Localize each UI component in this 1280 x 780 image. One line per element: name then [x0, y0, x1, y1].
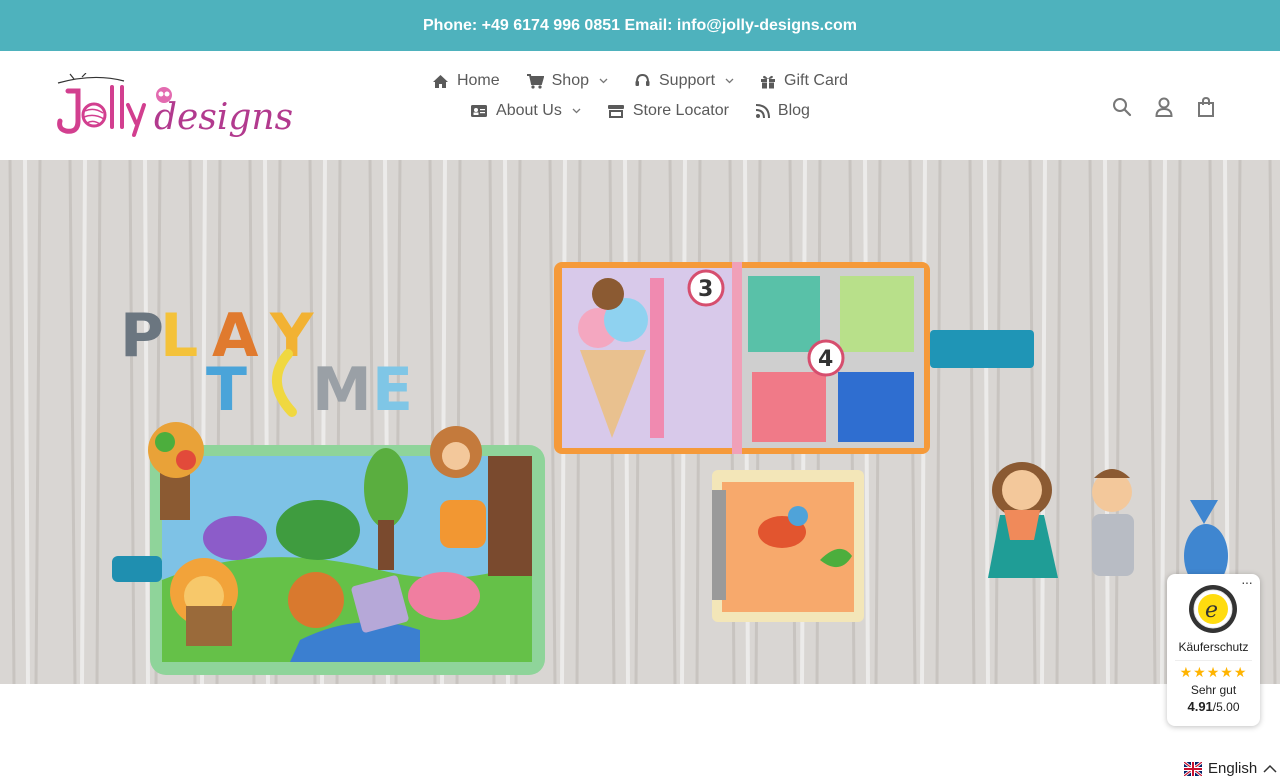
nav-item-label: Home [456, 72, 500, 89]
announcement-bar: Phone: +49 6174 996 0851 Email: info@jol… [0, 0, 1280, 51]
site-header: designs Home Shop Support Gift Card Abou… [0, 51, 1280, 161]
nav-item-label: Blog [777, 102, 810, 119]
jolly-designs-logo-graphic: designs [57, 72, 293, 138]
rating-text: Sehr gut [1190, 683, 1237, 697]
chevron-down-icon [599, 78, 608, 84]
gift-icon [761, 75, 776, 89]
chevron-down-icon [572, 108, 581, 114]
headset-icon [635, 73, 650, 86]
main-navigation: Home Shop Support Gift Card About Us Sto… [360, 71, 920, 121]
header-actions [1110, 95, 1218, 119]
page-number-4: 4 [818, 347, 833, 372]
nav-item-gift-card[interactable]: Gift Card [747, 71, 861, 91]
language-selector[interactable]: English [1184, 760, 1277, 777]
rating-score-max: /5.00 [1212, 700, 1240, 714]
nav-item-store-locator[interactable]: Store Locator [594, 101, 742, 121]
search-icon [1113, 98, 1132, 117]
account-icon [1155, 97, 1173, 117]
quiet-book-left [112, 422, 545, 675]
contact-info-text: Phone: +49 6174 996 0851 Email: info@jol… [423, 16, 857, 34]
letter-p: P [120, 301, 164, 371]
chevron-up-icon [1263, 764, 1277, 773]
nav-item-support[interactable]: Support [621, 71, 747, 91]
hero-banner[interactable]: P L A Y T M E 3 4 [0, 160, 1280, 684]
trusted-shops-seal-icon: e [1189, 585, 1237, 633]
chevron-down-icon [725, 78, 734, 84]
letter-e: E [372, 355, 413, 425]
id-card-icon [471, 105, 488, 117]
nav-item-label: Store Locator [632, 102, 729, 119]
nav-item-shop[interactable]: Shop [513, 71, 621, 91]
rss-icon [755, 103, 770, 118]
nav-item-home[interactable]: Home [419, 71, 513, 91]
rating-stars: ★★★★★ [1179, 664, 1248, 680]
language-label: English [1208, 760, 1258, 777]
small-quiet-book [712, 470, 864, 622]
badge-label: Käuferschutz [1178, 640, 1249, 654]
nav-item-label: Shop [551, 72, 589, 89]
page-number-3: 3 [698, 277, 713, 302]
nav-item-label: About Us [496, 102, 562, 119]
letter-y: Y [269, 301, 315, 371]
cart-button[interactable] [1194, 95, 1218, 119]
cart-icon [526, 73, 544, 89]
uk-flag-icon [1184, 761, 1202, 776]
letter-m: M [312, 355, 372, 425]
hero-image: P L A Y T M E 3 4 [0, 160, 1280, 684]
letter-l: L [160, 301, 198, 371]
search-button[interactable] [1110, 95, 1134, 119]
home-icon [432, 74, 448, 88]
trust-badge[interactable]: ··· e Käuferschutz ★★★★★ Sehr gut 4.91/5… [1167, 574, 1260, 726]
nav-item-blog[interactable]: Blog [742, 101, 823, 121]
store-icon [607, 104, 624, 118]
badge-divider [1175, 660, 1252, 661]
nav-item-about-us[interactable]: About Us [457, 101, 594, 121]
nav-item-label: Gift Card [784, 72, 849, 89]
bag-icon [1198, 96, 1214, 117]
nav-item-label: Support [659, 72, 716, 89]
rating-score-value: 4.91 [1187, 699, 1213, 714]
svg-text:designs: designs [154, 97, 293, 138]
badge-menu-icon[interactable]: ··· [1241, 574, 1253, 590]
rating-score: 4.91/5.00 [1167, 699, 1260, 714]
account-button[interactable] [1152, 95, 1176, 119]
letter-t: T [206, 355, 247, 425]
svg-text:e: e [1205, 598, 1218, 623]
site-logo[interactable]: designs [54, 72, 294, 139]
